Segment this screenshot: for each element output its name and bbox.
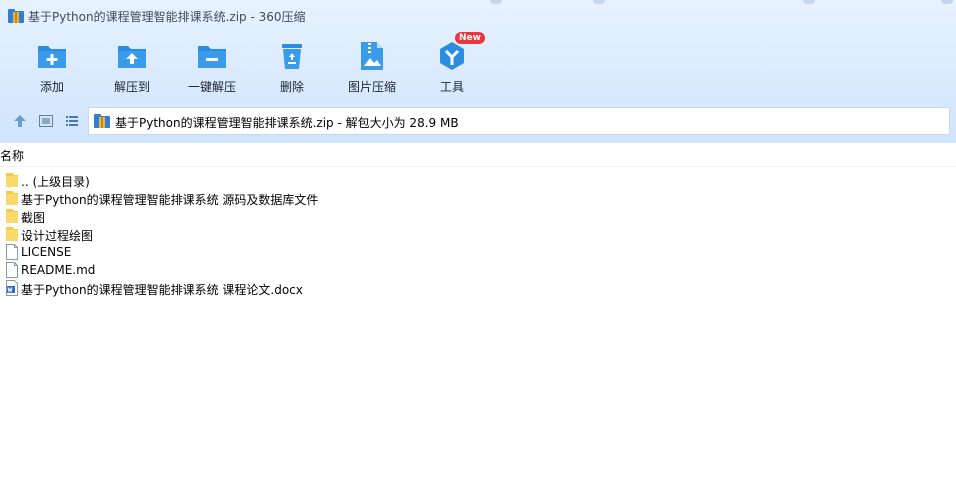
column-header-name[interactable]: 名称 <box>0 147 24 165</box>
delete-button[interactable]: 删除 <box>254 38 330 98</box>
file-name: .. (上级目录) <box>21 175 90 189</box>
recycle-bin-icon <box>282 44 302 69</box>
image-compress-label: 图片压缩 <box>347 80 396 94</box>
file-name: 截图 <box>21 211 46 225</box>
window-decoration <box>593 0 605 4</box>
file-name: 基于Python的课程管理智能排课系统 课程论文.docx <box>21 283 303 297</box>
window-title: 基于Python的课程管理智能排课系统.zip - 360压缩 <box>28 10 306 24</box>
address-bar[interactable]: 基于Python的课程管理智能排课系统.zip - 解包大小为 28.9 MB <box>88 107 950 135</box>
extract-to-label: 解压到 <box>113 80 150 94</box>
window-decoration <box>941 0 953 4</box>
folder-icon <box>6 227 18 241</box>
tools-icon <box>440 42 464 70</box>
word-document-icon <box>6 280 18 296</box>
archive-icon <box>8 9 24 23</box>
image-compress-button[interactable]: 图片压缩 <box>334 38 410 98</box>
tools-button[interactable]: 工具 <box>414 38 490 98</box>
one-click-extract-button[interactable]: 一键解压 <box>174 38 250 98</box>
new-badge: New <box>455 32 485 44</box>
header-divider <box>0 166 956 167</box>
file-name: LICENSE <box>21 245 72 259</box>
main-toolbar: 添加 解压到 一键解压 删除 图片压缩 工具 New <box>0 32 956 100</box>
extract-to-button[interactable]: 解压到 <box>94 38 170 98</box>
delete-label: 删除 <box>279 80 304 94</box>
add-button[interactable]: 添加 <box>14 38 90 98</box>
title-bar: 基于Python的课程管理智能排课系统.zip - 360压缩 <box>0 0 956 32</box>
file-icon <box>6 262 18 278</box>
folder-icon <box>6 173 18 187</box>
window-decoration <box>490 0 502 4</box>
tools-label: 工具 <box>439 80 464 94</box>
add-label: 添加 <box>39 80 64 94</box>
file-list: 名称 .. (上级目录) 基于Python的课程管理智能排课系统 源码及数据库文… <box>0 143 956 504</box>
add-folder-icon <box>38 46 66 68</box>
list-view-icon[interactable] <box>64 113 80 129</box>
folder-icon <box>6 191 18 205</box>
thumbnail-view-icon[interactable] <box>38 113 54 129</box>
one-click-extract-label: 一键解压 <box>187 80 236 94</box>
file-name: 基于Python的课程管理智能排课系统 源码及数据库文件 <box>21 193 319 207</box>
address-text: 基于Python的课程管理智能排课系统.zip - 解包大小为 28.9 MB <box>115 116 459 130</box>
up-arrow-icon[interactable] <box>12 113 28 129</box>
file-name: 设计过程绘图 <box>21 229 94 243</box>
extract-to-icon <box>118 46 146 68</box>
file-name: README.md <box>21 263 96 277</box>
window-decoration <box>803 0 815 4</box>
image-compress-icon <box>361 42 383 70</box>
navigation-bar: 基于Python的课程管理智能排课系统.zip - 解包大小为 28.9 MB <box>0 104 956 138</box>
one-click-extract-icon <box>198 46 226 68</box>
archive-icon <box>94 114 110 128</box>
file-icon <box>6 244 18 260</box>
folder-icon <box>6 209 18 223</box>
top-chrome: 基于Python的课程管理智能排课系统.zip - 360压缩 添加 解压到 一… <box>0 0 956 143</box>
